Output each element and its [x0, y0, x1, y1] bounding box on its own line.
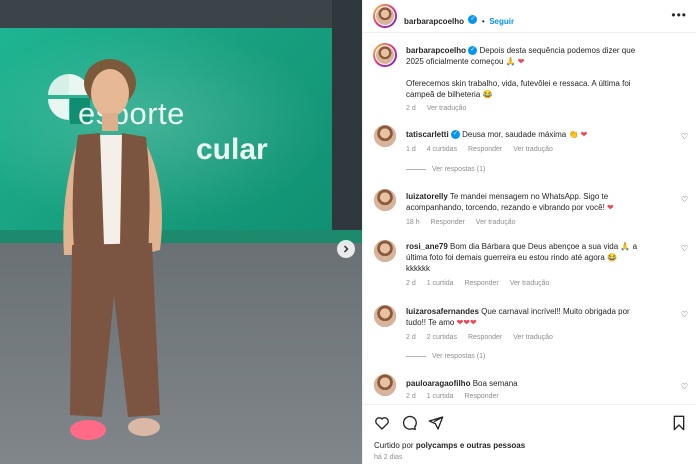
comment-item: luizarosafernandes Que carnaval incrível…	[406, 306, 681, 341]
post-photo[interactable]: esporte cular	[0, 0, 362, 464]
comment-item: luizatorelly Te mandei mensagem no Whats…	[406, 191, 676, 226]
liked-by-user[interactable]: polycamps	[416, 441, 458, 450]
comment-text-line2: última foto foi demais guerreira eu esto…	[406, 253, 605, 262]
comment-time: 18 h	[406, 219, 420, 226]
comment-time: 2 d	[406, 393, 416, 400]
liked-by-line: Curtido por polycamps e outras pessoas	[374, 441, 525, 450]
caption-time: 2 d	[406, 105, 416, 112]
liked-by-others[interactable]: e outras pessoas	[460, 441, 525, 450]
comment-avatar[interactable]	[374, 189, 396, 211]
liked-by-prefix: Curtido por	[374, 441, 414, 450]
caption-emoji: 🙏 ❤	[505, 57, 525, 66]
caption-text-line1: Depois desta sequência podemos dizer que	[479, 46, 636, 55]
heart-icon[interactable]: ♡	[681, 382, 688, 391]
comment-username[interactable]: rosi_ane79	[406, 242, 448, 251]
post-time-ago: há 2 dias	[374, 454, 403, 461]
post-header: barbarapcoelho ✓ • Seguir •••	[363, 0, 696, 33]
comment-username[interactable]: tatiscarletti	[406, 130, 449, 139]
comment-username[interactable]: pauloaragaofilho	[406, 379, 470, 388]
comment-emoji: ❤	[607, 203, 614, 212]
comment-text-line3: kkkkkk	[406, 264, 430, 273]
comment-item: pauloaragaofilho Boa semana 2 d 1 curtid…	[406, 378, 676, 400]
reply-button[interactable]: Responder	[465, 280, 499, 287]
comment-emoji: 😂	[607, 253, 617, 262]
translate-link[interactable]: Ver tradução	[513, 334, 553, 341]
caption-text-line3: Oferecemos skin trabalho, vida, futevôle…	[406, 79, 631, 88]
comment-username[interactable]: luizatorelly	[406, 192, 448, 201]
chevron-right-icon	[344, 245, 349, 253]
heart-icon[interactable]: ♡	[681, 310, 688, 319]
view-replies-link[interactable]: Ver respostas (1)	[406, 353, 485, 360]
carousel-next-button[interactable]	[337, 240, 355, 258]
comment-username[interactable]: luizarosafernandes	[406, 307, 479, 316]
comment-likes[interactable]: 4 curtidas	[427, 146, 457, 153]
comment-emoji: 🙏 a	[620, 242, 638, 251]
translate-link[interactable]: Ver tradução	[510, 280, 550, 287]
heart-icon[interactable]: ♡	[681, 132, 688, 141]
caption-text-line2: 2025 oficialmente começou	[406, 57, 504, 66]
follow-button[interactable]: Seguir	[489, 17, 514, 26]
reply-button[interactable]: Responder	[468, 334, 502, 341]
verified-icon: ✓	[450, 130, 460, 140]
comment-likes[interactable]: 1 curtida	[427, 280, 454, 287]
comment-time: 1 d	[406, 146, 416, 153]
laugh-emoji: 😂	[482, 90, 493, 99]
caption: barbarapcoelho ✓ Depois desta sequência …	[406, 45, 686, 112]
caption-text-line4: campeã de bilheteria	[406, 90, 481, 99]
caption-translate-link[interactable]: Ver tradução	[427, 105, 467, 112]
view-replies-link[interactable]: Ver respostas (1)	[406, 166, 485, 173]
heart-icon[interactable]	[374, 415, 390, 431]
comment-avatar[interactable]	[374, 305, 396, 327]
comment-time: 2 d	[406, 280, 416, 287]
comment-icon[interactable]	[401, 415, 417, 431]
post-side-panel: barbarapcoelho ✓ • Seguir ••• barbarapco…	[362, 0, 696, 464]
comment-text-line1: Te mandei mensagem no WhatsApp. Sigo te	[449, 192, 609, 201]
comment-time: 2 d	[406, 334, 416, 341]
reply-button[interactable]: Responder	[431, 219, 465, 226]
comment-item: tatiscarletti ✓ Deusa mor, saudade máxim…	[406, 129, 676, 153]
share-icon[interactable]	[428, 415, 444, 431]
caption-username[interactable]: barbarapcoelho	[406, 46, 466, 55]
translate-link[interactable]: Ver tradução	[476, 219, 516, 226]
caption-author-avatar[interactable]	[373, 43, 397, 67]
comment-text-line1: Que carnaval incrível!! Muito obrigada p…	[481, 307, 630, 316]
comment-text: Boa semana	[472, 379, 518, 388]
heart-icon[interactable]: ♡	[681, 244, 688, 253]
more-options-icon[interactable]: •••	[671, 8, 687, 22]
comment-emoji: 👏 ❤	[568, 130, 588, 139]
studio-ceiling	[0, 0, 362, 30]
comment-emoji: ❤❤❤	[456, 318, 477, 327]
bookmark-icon[interactable]	[671, 415, 687, 431]
presenter-figure	[63, 59, 162, 440]
comment-text-line1: Bom dia Bárbara que Deus abençoe a sua v…	[450, 242, 619, 251]
verified-icon: ✓	[468, 46, 478, 56]
comment-likes[interactable]: 1 curtida	[427, 393, 454, 400]
reply-button[interactable]: Responder	[468, 146, 502, 153]
comment-text-line2: tudo!! Te amo	[406, 318, 455, 327]
author-username[interactable]: barbarapcoelho	[404, 17, 464, 26]
comment-item: rosi_ane79 Bom dia Bárbara que Deus aben…	[406, 241, 681, 287]
translate-link[interactable]: Ver tradução	[513, 146, 553, 153]
comment-avatar[interactable]	[374, 240, 396, 262]
verified-icon: ✓	[468, 15, 478, 25]
action-bar: Curtido por polycamps e outras pessoas h…	[363, 404, 696, 464]
comment-likes[interactable]: 2 curtidas	[427, 334, 457, 341]
studio-pillar	[332, 0, 362, 250]
heart-icon[interactable]: ♡	[681, 195, 688, 204]
reply-button[interactable]: Responder	[465, 393, 499, 400]
comment-avatar[interactable]	[374, 374, 396, 396]
author-avatar[interactable]	[373, 4, 397, 28]
comment-avatar[interactable]	[374, 125, 396, 147]
comment-text-line2: acompanhando, torcendo, rezando e vibran…	[406, 203, 605, 212]
comment-text: Deusa mor, saudade máxima	[462, 130, 567, 139]
